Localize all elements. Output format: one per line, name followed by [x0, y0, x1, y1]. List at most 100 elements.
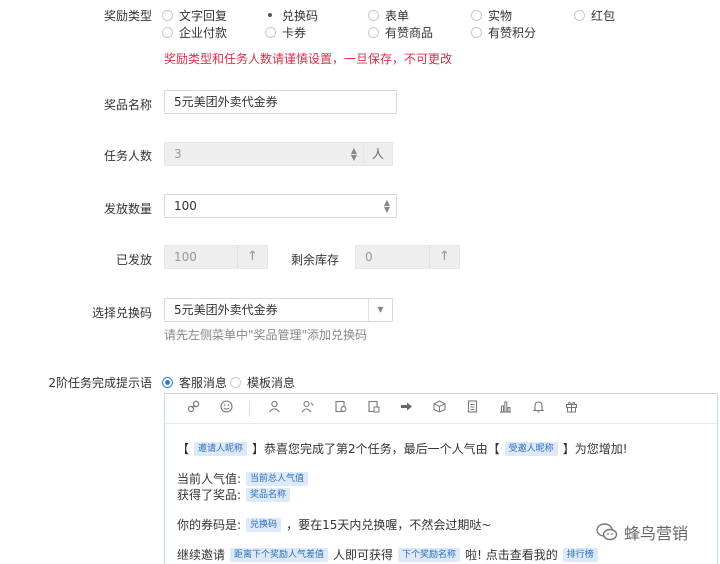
radio-label: 红包: [591, 9, 616, 23]
message-text: 继续邀请: [177, 548, 226, 562]
variable-tag-redeem-code[interactable]: 兑换码: [246, 517, 282, 532]
editor-toolbar: [165, 394, 717, 424]
variable-tag-next-reward[interactable]: 下个奖励名称: [398, 547, 461, 562]
document-icon[interactable]: [456, 400, 489, 417]
radio-label: 实物: [488, 9, 513, 23]
remaining-label: 剩余库存: [291, 253, 340, 267]
issue-count-label: 发放数量: [103, 202, 152, 216]
watermark-text: 蜂鸟营销: [624, 524, 689, 543]
radio-customer-service-msg[interactable]: 客服消息: [162, 374, 227, 391]
radio-redeem-code[interactable]: 兑换码: [265, 7, 318, 24]
radio-label: 有赞积分: [488, 26, 537, 40]
remaining-value: 0: [365, 250, 373, 264]
reward-type-label: 奖励类型: [103, 9, 152, 23]
radio-label: 卡券: [282, 26, 307, 40]
watermark: 蜂鸟营销: [596, 520, 688, 544]
message-text: 你的券码是:: [177, 518, 242, 532]
message-text: 【: [177, 442, 190, 456]
variable-tag-inviter-nickname[interactable]: 邀请人昵称: [194, 441, 248, 456]
bar-chart-icon[interactable]: [489, 400, 522, 417]
total-popularity-icon[interactable]: [357, 400, 390, 417]
radio-circle[interactable]: [265, 27, 276, 38]
radio-label: 文字回复: [179, 9, 228, 23]
bell-icon[interactable]: [522, 400, 555, 417]
message-line: 继续邀请 距离下个奖励人气差值 人即可获得 下个奖励名称 啦! 点击查看我的 排…: [177, 546, 603, 563]
message-line: 【 邀请人昵称 】恭喜您完成了第2个任务，最后一个人气由【 受邀人昵称 】为您增…: [177, 440, 628, 457]
variable-tag-popularity-gap[interactable]: 距离下个奖励人气差值: [230, 547, 329, 562]
wechat-logo-icon: [596, 522, 618, 542]
message-text: ，要在15天内兑换喔，不然会过期哒~: [286, 518, 492, 532]
select-code-label: 选择兑换码: [91, 306, 152, 320]
radio-circle[interactable]: [368, 27, 379, 38]
issued-value: 100: [174, 250, 197, 264]
cube-icon[interactable]: [423, 400, 456, 417]
radio-circle[interactable]: [471, 27, 482, 38]
arrow-right-icon[interactable]: [390, 400, 423, 417]
variable-tag-total-popularity[interactable]: 当前总人气值: [246, 471, 309, 486]
message-text: 当前人气值:: [177, 472, 242, 486]
select-code-hint: 请先左侧菜单中"奖品管理"添加兑换码: [164, 328, 368, 342]
gift-icon[interactable]: [555, 400, 588, 417]
radio-circle[interactable]: [230, 377, 241, 388]
radio-youzan-points[interactable]: 有赞积分: [471, 24, 536, 41]
message-text: 啦! 点击查看我的: [465, 548, 558, 562]
stepper-icon[interactable]: ▲ ▼: [384, 199, 390, 214]
popularity-icon[interactable]: [324, 400, 357, 417]
arrow-up-icon: ↑: [429, 246, 459, 268]
task-people-label: 任务人数: [103, 149, 152, 163]
prize-name-label: 奖品名称: [103, 98, 152, 112]
user-icon[interactable]: [258, 400, 291, 417]
issue-count-value: 100: [174, 199, 197, 213]
task-people-input: 3 ▲ ▼: [164, 142, 364, 166]
emoji-icon[interactable]: [210, 400, 243, 417]
radio-label: 兑换码: [282, 9, 319, 23]
radio-circle[interactable]: [574, 10, 585, 21]
variable-tag-leaderboard[interactable]: 排行榜: [562, 547, 598, 562]
radio-template-msg[interactable]: 模板消息: [230, 374, 295, 391]
radio-circle[interactable]: [368, 10, 379, 21]
prize-name-input[interactable]: 5元美团外卖代金券: [164, 90, 397, 114]
arrow-up-icon: ↑: [237, 246, 267, 268]
radio-circle[interactable]: [162, 10, 173, 21]
issued-label: 已发放: [115, 253, 152, 267]
completion-tip-label: 2阶任务完成提示语: [48, 376, 152, 390]
radio-label: 有赞商品: [385, 26, 434, 40]
radio-circle[interactable]: [162, 27, 173, 38]
select-code-dropdown[interactable]: 5元美团外卖代金券 ▼: [164, 298, 393, 322]
radio-label: 表单: [385, 9, 410, 23]
message-text: 获得了奖品:: [177, 488, 242, 502]
toolbar-divider: [249, 400, 250, 417]
radio-label: 客服消息: [179, 376, 228, 390]
radio-form[interactable]: 表单: [368, 7, 409, 24]
message-line: 当前人气值: 当前总人气值: [177, 470, 313, 487]
radio-circle-selected[interactable]: [162, 377, 173, 388]
reward-type-warning: 奖励类型和任务人数请谨慎设置，一旦保存，不可更改: [164, 52, 453, 66]
radio-circle-selected[interactable]: [265, 10, 276, 21]
invited-user-icon[interactable]: [291, 400, 324, 417]
message-line: 你的券码是: 兑换码 ，要在15天内兑换喔，不然会过期哒~: [177, 516, 491, 533]
radio-youzan-goods[interactable]: 有赞商品: [368, 24, 433, 41]
radio-circle[interactable]: [471, 10, 482, 21]
chevron-down-icon[interactable]: ▼: [368, 299, 392, 321]
prize-name-value: 5元美团外卖代金券: [174, 95, 278, 109]
radio-enterprise-payment[interactable]: 企业付款: [162, 24, 227, 41]
radio-card-coupon[interactable]: 卡券: [265, 24, 306, 41]
select-code-value: 5元美团外卖代金券: [174, 303, 278, 317]
radio-physical[interactable]: 实物: [471, 7, 512, 24]
link-icon[interactable]: [177, 400, 210, 417]
message-line: 获得了奖品: 奖品名称: [177, 486, 295, 503]
stepper-icon: ▲ ▼: [350, 146, 357, 162]
remaining-input: 0 ↑: [355, 245, 460, 269]
task-people-value: 3: [174, 147, 182, 161]
radio-red-packet[interactable]: 红包: [574, 7, 615, 24]
task-people-unit: 人: [363, 142, 393, 166]
message-text: 人即可获得: [333, 548, 394, 562]
variable-tag-prize-name[interactable]: 奖品名称: [246, 487, 291, 502]
radio-text-reply[interactable]: 文字回复: [162, 7, 227, 24]
issue-count-input[interactable]: 100 ▲ ▼: [164, 194, 397, 218]
radio-label: 模板消息: [247, 376, 296, 390]
variable-tag-invitee-nickname[interactable]: 受邀人昵称: [504, 441, 558, 456]
message-text: 】为您增加!: [562, 442, 628, 456]
message-text: 】恭喜您完成了第2个任务，最后一个人气由【: [252, 442, 500, 456]
issued-input: 100 ↑: [164, 245, 268, 269]
